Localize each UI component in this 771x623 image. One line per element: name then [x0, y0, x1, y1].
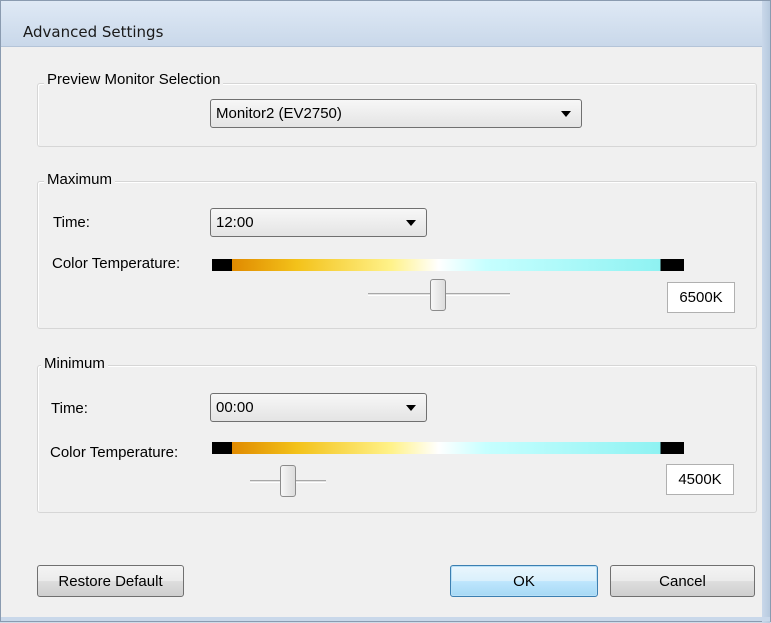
maximum-time-select[interactable]: 12:00 [210, 208, 427, 237]
preview-monitor-legend: Preview Monitor Selection [44, 71, 224, 88]
minimum-legend: Minimum [41, 355, 108, 372]
title-bar[interactable]: Advanced Settings [1, 1, 770, 47]
minimum-group [37, 365, 757, 513]
ok-button[interactable]: OK [450, 565, 598, 597]
minimum-color-temperature-gradient [212, 442, 684, 454]
advanced-settings-dialog: Advanced Settings Preview Monitor Select… [0, 0, 771, 623]
maximum-ct-value-text: 6500K [679, 289, 723, 306]
cancel-button[interactable]: Cancel [610, 565, 755, 597]
minimum-slider-thumb[interactable] [280, 465, 296, 497]
minimum-time-label: Time: [51, 400, 88, 417]
window-title: Advanced Settings [23, 23, 164, 41]
maximum-color-temperature-gradient [212, 259, 684, 271]
maximum-time-value: 12:00 [216, 214, 254, 231]
monitor-select-value: Monitor2 (EV2750) [216, 105, 342, 122]
cancel-label: Cancel [659, 573, 706, 590]
ok-label: OK [513, 573, 535, 590]
minimum-color-temperature-label: Color Temperature: [50, 444, 179, 461]
restore-default-label: Restore Default [58, 573, 163, 590]
minimum-color-temperature-value: 4500K [666, 464, 734, 495]
minimum-time-select[interactable]: 00:00 [210, 393, 427, 422]
minimum-time-value: 00:00 [216, 399, 254, 416]
maximum-color-temperature-value: 6500K [667, 282, 735, 313]
minimum-ct-value-text: 4500K [678, 471, 722, 488]
monitor-select[interactable]: Monitor2 (EV2750) [210, 99, 582, 128]
window-bottom-edge [1, 617, 770, 621]
chevron-down-icon [406, 405, 416, 411]
maximum-slider-thumb[interactable] [430, 279, 446, 311]
chevron-down-icon [406, 220, 416, 226]
maximum-legend: Maximum [44, 171, 116, 188]
chevron-down-icon [561, 111, 571, 117]
window-edge [762, 1, 770, 623]
restore-default-button[interactable]: Restore Default [37, 565, 184, 597]
maximum-time-label: Time: [53, 214, 90, 231]
maximum-color-temperature-label: Color Temperature: [52, 255, 181, 272]
